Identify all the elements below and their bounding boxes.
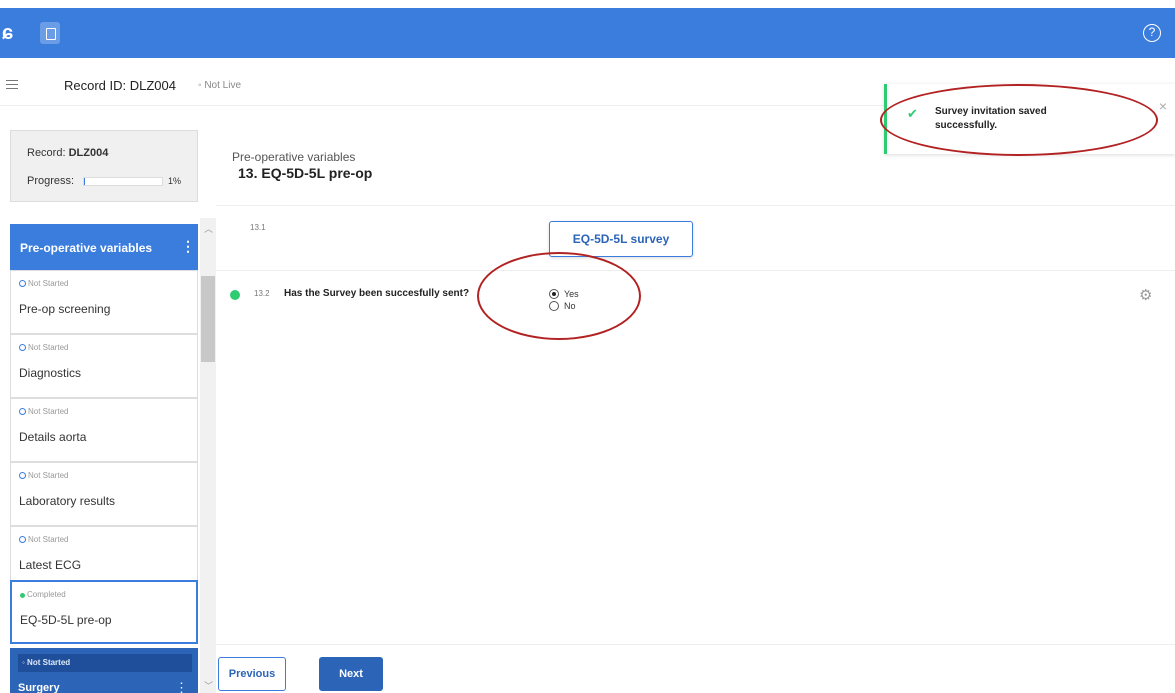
step-label: EQ-5D-5L pre-op — [20, 613, 112, 627]
progress-fill — [84, 178, 85, 185]
record-value: DLZ004 — [68, 147, 109, 159]
status-dot-icon — [19, 344, 26, 351]
kebab-menu-icon[interactable] — [181, 238, 195, 255]
sidebar-step-details-aorta[interactable]: Not Started Details aorta — [10, 398, 198, 462]
sidebar-step-laboratory-results[interactable]: Not Started Laboratory results — [10, 462, 198, 526]
section-status: ◦ Not Started — [18, 654, 192, 672]
field-row-13-1: 13.1 EQ-5D-5L survey — [216, 207, 1175, 271]
page-title: 13. EQ-5D-5L pre-op — [238, 165, 373, 181]
section-title: Surgery — [18, 682, 60, 693]
form-navigation: Pre-operative variables Not Started Pre-… — [10, 218, 216, 693]
sidebar-step-pre-op-screening[interactable]: Not Started Pre-op screening — [10, 270, 198, 334]
gear-icon[interactable]: ⚙ — [1139, 288, 1155, 304]
scroll-up-icon[interactable]: ︿ — [204, 222, 213, 235]
close-icon[interactable]: × — [1159, 98, 1167, 114]
status-dot-icon — [19, 408, 26, 415]
annotation-ellipse-answer — [477, 252, 641, 340]
field-number: 13.1 — [250, 223, 266, 232]
step-label: Laboratory results — [19, 494, 116, 508]
device-icon[interactable] — [40, 22, 60, 44]
record-id: Record ID: DLZ004 — [64, 78, 176, 93]
status-dot-icon — [20, 593, 25, 598]
live-status: ◦ Not Live — [198, 80, 242, 91]
record-label: Record: DLZ004 — [27, 147, 109, 159]
status-dot-icon — [19, 536, 26, 543]
status-dot-icon — [19, 472, 26, 479]
step-status: Not Started — [19, 535, 68, 544]
field-row-13-2: 13.2 Has the Survey been succesfully sen… — [216, 272, 1175, 332]
kebab-menu-icon[interactable]: ⋮ — [175, 680, 188, 693]
previous-button[interactable]: Previous — [218, 657, 286, 691]
sidebar-section-surgery[interactable]: ◦ Not Started Surgery ⋮ — [10, 648, 198, 693]
record-card: Record: DLZ004 Progress: 1% — [10, 130, 198, 202]
question-text: Has the Survey been succesfully sent? — [284, 288, 470, 299]
progress-bar — [83, 177, 163, 186]
step-label: Latest ECG — [19, 558, 82, 572]
step-status: Not Started — [19, 471, 68, 480]
step-label: Diagnostics — [19, 366, 82, 380]
form-footer: Previous Next — [216, 644, 1175, 693]
step-label: Details aorta — [19, 430, 87, 444]
next-button[interactable]: Next — [319, 657, 383, 691]
step-status: Not Started — [19, 407, 68, 416]
annotation-ellipse-toast — [880, 84, 1158, 156]
step-label: Pre-op screening — [19, 302, 111, 316]
sidebar-step-eq-5d-5l-pre-op[interactable]: Completed EQ-5D-5L pre-op — [10, 580, 198, 644]
step-status: Not Started — [19, 279, 68, 288]
field-status-dot-icon — [230, 290, 240, 300]
field-number: 13.2 — [254, 289, 270, 298]
progress-label: Progress: — [27, 175, 75, 187]
sidebar-scrollbar[interactable]: ︿ ﹀ — [200, 218, 216, 693]
scroll-down-icon[interactable]: ﹀ — [204, 679, 213, 692]
sidebar-section-pre-operative[interactable]: Pre-operative variables — [10, 224, 198, 270]
sidebar-step-diagnostics[interactable]: Not Started Diagnostics — [10, 334, 198, 398]
logo-icon[interactable]: ɕ — [2, 22, 24, 44]
form-section-name: Pre-operative variables — [232, 150, 356, 164]
step-status: Completed — [20, 590, 66, 599]
section-title: Pre-operative variables — [20, 241, 153, 255]
hamburger-icon[interactable] — [6, 80, 18, 89]
status-dot-icon — [19, 280, 26, 287]
scroll-thumb[interactable] — [201, 276, 215, 362]
help-icon[interactable]: ? — [1143, 24, 1161, 42]
step-status: Not Started — [19, 343, 68, 352]
progress-percent: 1% — [168, 176, 182, 186]
top-navbar: ɕ ? — [0, 8, 1175, 58]
